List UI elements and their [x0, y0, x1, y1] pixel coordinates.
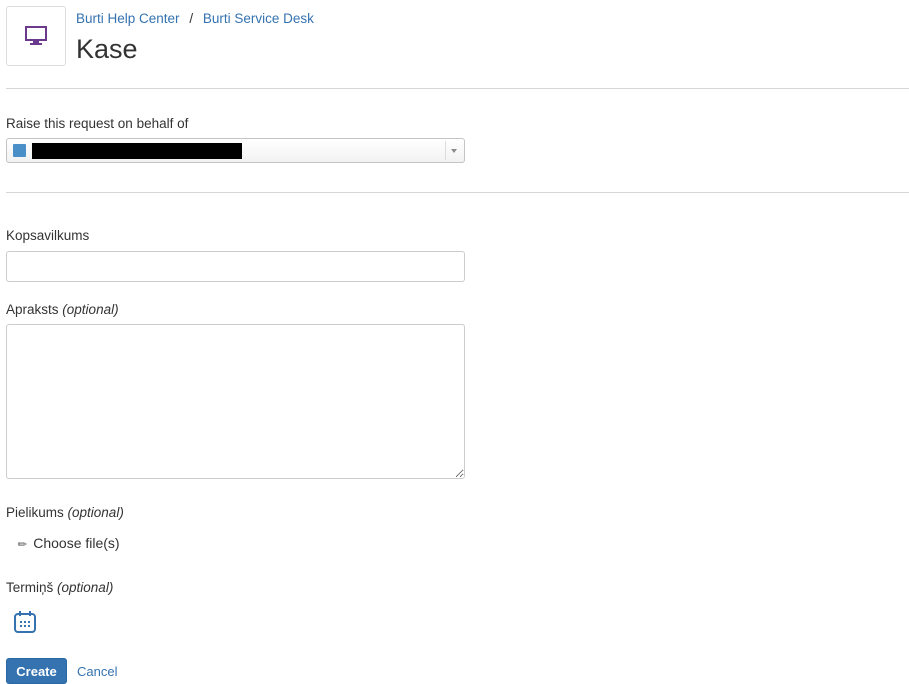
user-icon	[13, 144, 26, 157]
attachment-label-text: Pielikums	[6, 505, 64, 520]
summary-label: Kopsavilkums	[6, 228, 90, 243]
page-title: Kase	[76, 34, 138, 64]
on-behalf-select[interactable]	[6, 138, 465, 163]
due-date-label-text: Termiņš	[6, 580, 54, 595]
breadcrumb-help-center[interactable]: Burti Help Center	[76, 11, 180, 26]
breadcrumb-separator: /	[189, 11, 194, 26]
choose-files-button[interactable]: ✎ Choose file(s)	[15, 535, 120, 553]
paperclip-icon: ✎	[15, 537, 31, 553]
summary-input[interactable]	[6, 251, 465, 282]
monitor-icon	[25, 26, 47, 45]
redacted-user-name	[32, 143, 242, 159]
breadcrumb-service-desk[interactable]: Burti Service Desk	[203, 11, 314, 26]
dropdown-toggle[interactable]	[445, 141, 462, 160]
header-divider	[6, 88, 909, 89]
attachment-optional: (optional)	[67, 505, 124, 520]
due-date-label: Termiņš (optional)	[6, 580, 113, 595]
service-desk-avatar	[6, 6, 66, 66]
due-date-optional: (optional)	[57, 580, 114, 595]
cancel-link[interactable]: Cancel	[77, 664, 117, 679]
on-behalf-label: Raise this request on behalf of	[6, 116, 189, 131]
description-label: Apraksts (optional)	[6, 302, 119, 317]
attachment-label: Pielikums (optional)	[6, 505, 124, 520]
description-optional: (optional)	[62, 302, 119, 317]
calendar-icon[interactable]	[13, 611, 37, 634]
chevron-down-icon	[451, 149, 457, 153]
section-divider	[6, 192, 909, 193]
description-label-text: Apraksts	[6, 302, 59, 317]
choose-files-label: Choose file(s)	[33, 535, 120, 551]
create-button[interactable]: Create	[6, 658, 67, 684]
breadcrumb: Burti Help Center / Burti Service Desk	[76, 11, 314, 26]
page-header: Burti Help Center / Burti Service Desk K…	[6, 6, 886, 70]
description-textarea[interactable]	[6, 324, 465, 479]
